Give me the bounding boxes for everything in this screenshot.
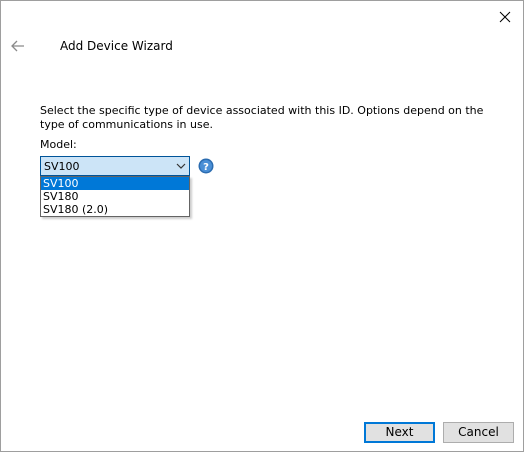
instructions-text: Select the specific type of device assoc… [40, 104, 484, 131]
wizard-window: Add Device Wizard Select the specific ty… [0, 0, 524, 452]
close-button[interactable] [495, 7, 515, 27]
model-option-sv100[interactable]: SV100 [41, 177, 189, 190]
model-option-sv180-2[interactable]: SV180 (2.0) [41, 203, 189, 216]
back-arrow-icon [11, 40, 24, 52]
close-icon [499, 11, 511, 23]
back-button[interactable] [9, 37, 27, 55]
model-select[interactable]: SV100 [40, 156, 190, 176]
model-dropdown-list: SV100 SV180 SV180 (2.0) [40, 176, 190, 217]
model-option-sv180[interactable]: SV180 [41, 190, 189, 203]
chevron-down-icon [176, 163, 186, 169]
next-button[interactable]: Next [364, 422, 435, 443]
wizard-title: Add Device Wizard [60, 39, 173, 53]
cancel-button[interactable]: Cancel [443, 422, 514, 443]
svg-text:?: ? [203, 162, 209, 173]
model-label: Model: [40, 138, 77, 151]
help-icon[interactable]: ? [198, 158, 214, 174]
model-select-value: SV100 [44, 160, 80, 173]
